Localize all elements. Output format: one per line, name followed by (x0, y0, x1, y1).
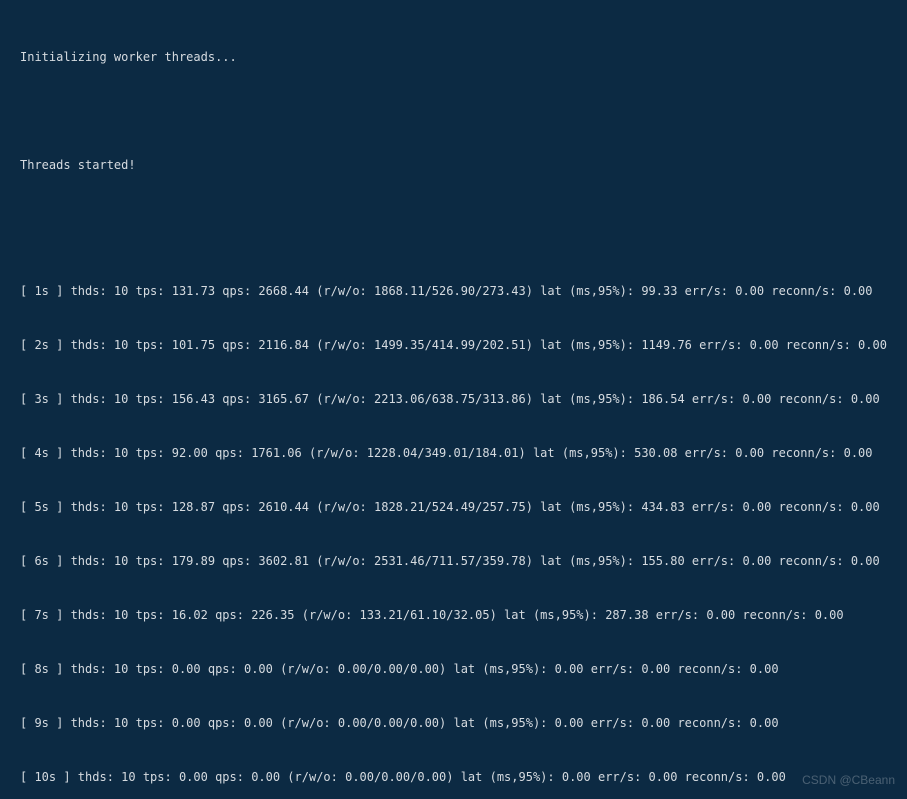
progress-line: [ 3s ] thds: 10 tps: 156.43 qps: 3165.67… (20, 390, 899, 408)
progress-line: [ 8s ] thds: 10 tps: 0.00 qps: 0.00 (r/w… (20, 660, 899, 678)
watermark-text: CSDN @CBeann (802, 771, 895, 789)
progress-line: [ 7s ] thds: 10 tps: 16.02 qps: 226.35 (… (20, 606, 899, 624)
progress-line: [ 9s ] thds: 10 tps: 0.00 qps: 0.00 (r/w… (20, 714, 899, 732)
progress-line: [ 10s ] thds: 10 tps: 0.00 qps: 0.00 (r/… (20, 768, 899, 786)
progress-line: [ 2s ] thds: 10 tps: 101.75 qps: 2116.84… (20, 336, 899, 354)
progress-line: [ 5s ] thds: 10 tps: 128.87 qps: 2610.44… (20, 498, 899, 516)
progress-line: [ 6s ] thds: 10 tps: 179.89 qps: 3602.81… (20, 552, 899, 570)
started-line: Threads started! (20, 156, 899, 174)
progress-line: [ 1s ] thds: 10 tps: 131.73 qps: 2668.44… (20, 282, 899, 300)
init-line: Initializing worker threads... (20, 48, 899, 66)
blank-line (20, 102, 899, 120)
blank-line (20, 210, 899, 228)
progress-line: [ 4s ] thds: 10 tps: 92.00 qps: 1761.06 … (20, 444, 899, 462)
terminal-window[interactable]: Initializing worker threads... Threads s… (0, 0, 907, 799)
